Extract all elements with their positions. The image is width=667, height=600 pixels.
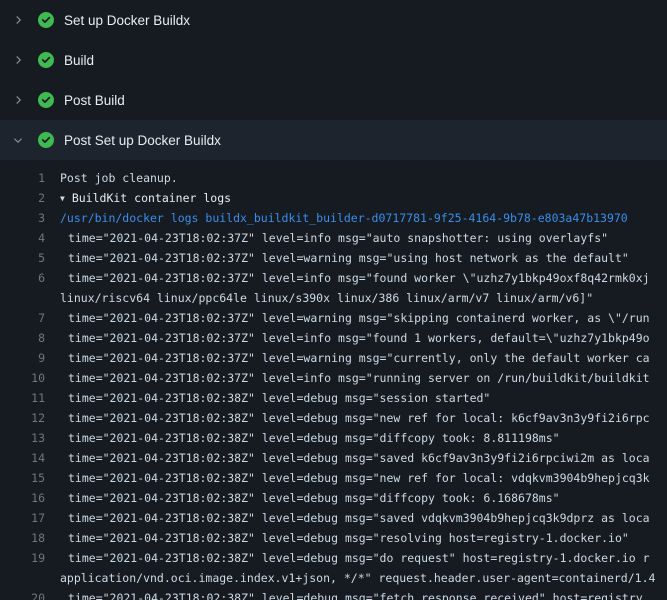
line-number[interactable]: 4	[0, 228, 45, 248]
line-number[interactable]: 12	[0, 408, 45, 428]
log-text: time="2021-04-23T18:02:38Z" level=debug …	[45, 408, 650, 428]
log-line: 20time="2021-04-23T18:02:38Z" level=debu…	[0, 588, 667, 600]
line-number[interactable]: 5	[0, 248, 45, 268]
log-text: time="2021-04-23T18:02:37Z" level=warnin…	[45, 308, 650, 328]
log-line: 15time="2021-04-23T18:02:38Z" level=debu…	[0, 468, 667, 488]
log-text: time="2021-04-23T18:02:38Z" level=debug …	[45, 508, 650, 528]
step-header-build[interactable]: Build	[0, 40, 667, 80]
log-line-continuation: linux/riscv64 linux/ppc64le linux/s390x …	[0, 288, 667, 308]
log-line: 12time="2021-04-23T18:02:38Z" level=debu…	[0, 408, 667, 428]
log-text: linux/riscv64 linux/ppc64le linux/s390x …	[45, 288, 593, 308]
line-number[interactable]: 11	[0, 388, 45, 408]
line-number[interactable]: 6	[0, 268, 45, 288]
line-number[interactable]: 10	[0, 368, 45, 388]
log-text: time="2021-04-23T18:02:38Z" level=debug …	[45, 388, 490, 408]
line-number[interactable]: 18	[0, 528, 45, 548]
success-check-icon	[38, 92, 54, 108]
success-check-icon	[38, 12, 54, 28]
line-number[interactable]: 19	[0, 548, 45, 568]
line-number[interactable]: 20	[0, 588, 45, 600]
actions-log-viewer: Set up Docker Buildx Build Post Build Post …	[0, 0, 667, 600]
log-group-title-text: BuildKit container logs	[72, 191, 231, 205]
log-text: time="2021-04-23T18:02:37Z" level=warnin…	[45, 348, 650, 368]
chevron-right-icon	[10, 92, 26, 108]
log-line: 2 ▼ BuildKit container logs	[0, 188, 667, 208]
line-number[interactable]: 16	[0, 488, 45, 508]
log-line: 4time="2021-04-23T18:02:37Z" level=info …	[0, 228, 667, 248]
log-text: time="2021-04-23T18:02:37Z" level=info m…	[45, 328, 650, 348]
line-number[interactable]: 2	[0, 188, 45, 208]
log-line: 7time="2021-04-23T18:02:37Z" level=warni…	[0, 308, 667, 328]
log-text: time="2021-04-23T18:02:37Z" level=info m…	[45, 268, 650, 288]
line-number[interactable]: 1	[0, 168, 45, 188]
log-text: time="2021-04-23T18:02:38Z" level=debug …	[45, 448, 650, 468]
step-header-post-build[interactable]: Post Build	[0, 80, 667, 120]
line-number[interactable]: 9	[0, 348, 45, 368]
log-text: time="2021-04-23T18:02:38Z" level=debug …	[45, 548, 650, 568]
step-label: Post Build	[64, 93, 125, 108]
success-check-icon	[38, 52, 54, 68]
step-list: Set up Docker Buildx Build Post Build Post …	[0, 0, 667, 160]
log-line: 9time="2021-04-23T18:02:37Z" level=warni…	[0, 348, 667, 368]
log-line: 10time="2021-04-23T18:02:37Z" level=info…	[0, 368, 667, 388]
log-text: Post job cleanup.	[45, 168, 178, 188]
group-toggle-icon[interactable]: ▼	[60, 189, 65, 209]
log-line: 14time="2021-04-23T18:02:38Z" level=debu…	[0, 448, 667, 468]
step-header-post-set-up-docker-buildx[interactable]: Post Set up Docker Buildx	[0, 120, 667, 160]
log-text: time="2021-04-23T18:02:37Z" level=info m…	[45, 368, 650, 388]
log-line: 16time="2021-04-23T18:02:38Z" level=debu…	[0, 488, 667, 508]
step-label: Build	[64, 53, 94, 68]
line-number[interactable]: 13	[0, 428, 45, 448]
line-number[interactable]: 15	[0, 468, 45, 488]
chevron-right-icon	[10, 52, 26, 68]
log-text: time="2021-04-23T18:02:38Z" level=debug …	[45, 588, 643, 600]
log-line: 5time="2021-04-23T18:02:37Z" level=warni…	[0, 248, 667, 268]
step-label: Set up Docker Buildx	[64, 13, 190, 28]
chevron-right-icon	[10, 12, 26, 28]
log-line: 17time="2021-04-23T18:02:38Z" level=debu…	[0, 508, 667, 528]
log-line: 8time="2021-04-23T18:02:37Z" level=info …	[0, 328, 667, 348]
log-output: 1Post job cleanup.2 ▼ BuildKit container l…	[0, 160, 667, 600]
line-number[interactable]: 3	[0, 208, 45, 228]
log-line-continuation: application/vnd.oci.image.index.v1+json,…	[0, 568, 667, 588]
log-line: 11time="2021-04-23T18:02:38Z" level=debu…	[0, 388, 667, 408]
line-number[interactable]: 8	[0, 328, 45, 348]
log-line: 19time="2021-04-23T18:02:38Z" level=debu…	[0, 548, 667, 568]
log-line: 1Post job cleanup.	[0, 168, 667, 188]
log-text: time="2021-04-23T18:02:37Z" level=info m…	[45, 228, 608, 248]
log-line: 13time="2021-04-23T18:02:38Z" level=debu…	[0, 428, 667, 448]
log-line: 6time="2021-04-23T18:02:37Z" level=info …	[0, 268, 667, 288]
step-label: Post Set up Docker Buildx	[64, 133, 221, 148]
log-command-text: /usr/bin/docker logs buildx_buildkit_bui…	[45, 208, 628, 228]
log-text: time="2021-04-23T18:02:37Z" level=warnin…	[45, 248, 629, 268]
log-line: 3/usr/bin/docker logs buildx_buildkit_bu…	[0, 208, 667, 228]
line-number[interactable]: 17	[0, 508, 45, 528]
line-number[interactable]: 14	[0, 448, 45, 468]
log-text: time="2021-04-23T18:02:38Z" level=debug …	[45, 528, 629, 548]
log-text: application/vnd.oci.image.index.v1+json,…	[45, 568, 655, 588]
chevron-down-icon	[10, 132, 26, 148]
log-group-title[interactable]: ▼ BuildKit container logs	[45, 188, 231, 208]
step-header-set-up-docker-buildx[interactable]: Set up Docker Buildx	[0, 0, 667, 40]
log-text: time="2021-04-23T18:02:38Z" level=debug …	[45, 428, 560, 448]
log-text: time="2021-04-23T18:02:38Z" level=debug …	[45, 488, 560, 508]
log-line: 18time="2021-04-23T18:02:38Z" level=debu…	[0, 528, 667, 548]
log-text: time="2021-04-23T18:02:38Z" level=debug …	[45, 468, 650, 488]
success-check-icon	[38, 132, 54, 148]
line-number[interactable]: 7	[0, 308, 45, 328]
